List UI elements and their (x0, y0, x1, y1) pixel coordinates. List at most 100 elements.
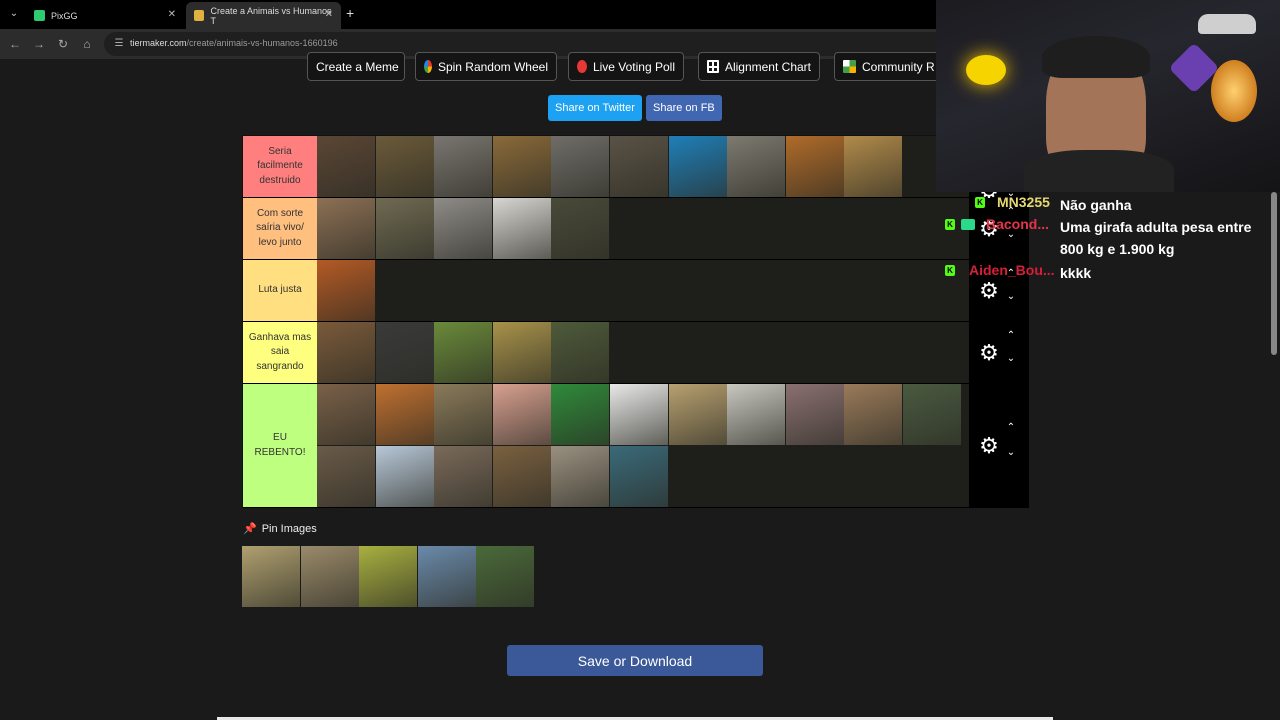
tier-image-swan[interactable] (375, 446, 434, 507)
tier-image-tiger[interactable] (785, 136, 844, 197)
tier-image-zebra[interactable] (551, 446, 610, 507)
pinned-image-giraffe[interactable] (242, 546, 300, 607)
share-twitter-button[interactable]: Share on Twitter (548, 95, 642, 121)
share-fb-button[interactable]: Share on FB (646, 95, 722, 121)
tier-image-moose[interactable] (375, 136, 434, 197)
url-text: tiermaker.com/create/animais-vs-humanos-… (130, 38, 338, 48)
voting-poll-button[interactable]: Live Voting Poll (568, 52, 684, 81)
close-tab-icon[interactable]: ✕ (168, 9, 176, 20)
reload-icon[interactable]: ↻ (56, 37, 70, 51)
tier-label[interactable]: Seria facilmente destruido (243, 136, 317, 197)
button-label: Live Voting Poll (592, 59, 675, 74)
tier-items (317, 322, 969, 383)
chat-username: Bacond... (986, 216, 1050, 232)
subscriber-badge-icon (961, 219, 975, 230)
tab-pixgg[interactable]: PixGG ✕ (26, 2, 184, 29)
tier-image-crocodile[interactable] (375, 198, 434, 259)
tier-image-dog[interactable] (317, 322, 375, 383)
tier-label[interactable]: Com sorte saíria vivo/ levo junto (243, 198, 317, 259)
page-scrollbar[interactable] (1271, 192, 1277, 355)
webcam-overlay (936, 0, 1280, 192)
grid-icon (707, 60, 719, 73)
forward-arrow-icon[interactable]: → (32, 37, 46, 51)
close-tab-icon[interactable]: ✕ (325, 9, 333, 20)
tier-image-goose[interactable] (727, 384, 786, 445)
kick-badge-icon: K (945, 219, 955, 230)
tier-image-shark[interactable] (668, 136, 727, 197)
pixgg-favicon-icon (34, 10, 45, 21)
tier-image-elephant[interactable] (551, 136, 610, 197)
tier-row: Com sorte saíria vivo/ levo junto ⚙ ⌃ ⌄ (243, 198, 1029, 260)
tier-image-jaguar[interactable] (492, 136, 551, 197)
settings-gear-icon[interactable]: ⚙ (977, 434, 1001, 458)
settings-gear-icon[interactable]: ⚙ (977, 341, 1001, 365)
pin-icon: 📌 (243, 523, 257, 535)
move-up-chevron-icon[interactable]: ⌃ (1003, 422, 1019, 434)
tier-image-cat[interactable] (317, 446, 375, 507)
tier-image-maned-wolf[interactable] (434, 322, 493, 383)
tier-image-ostrich[interactable] (668, 384, 727, 445)
tier-image-peacock[interactable] (610, 446, 668, 507)
tier-controls: ⚙⌃ ⌄ (969, 322, 1029, 383)
pinned-image-horse[interactable] (417, 546, 476, 607)
tier-image-capybara[interactable] (317, 384, 375, 445)
tier-image-macaw[interactable] (551, 384, 610, 445)
tier-image-ocelot[interactable] (434, 384, 493, 445)
community-rankings-button[interactable]: Community R (834, 52, 944, 81)
pinned-image-kangaroo[interactable] (359, 546, 418, 607)
yellow-lamp-icon (966, 55, 1006, 85)
tier-image-bear[interactable] (317, 136, 375, 197)
chat-message: K MN3255 Não ganha (940, 194, 1275, 216)
move-up-chevron-icon[interactable]: ⌃ (1003, 330, 1019, 342)
button-label: Alignment Chart (724, 59, 811, 74)
tier-image-piranha[interactable] (434, 446, 493, 507)
tier-image-river-dolphin[interactable] (785, 384, 844, 445)
pinned-image-cobra[interactable] (300, 546, 359, 607)
tier-image-orangutan[interactable] (317, 260, 375, 321)
tier-image-wolf[interactable] (434, 198, 493, 259)
tier-image-rhino[interactable] (727, 136, 786, 197)
spin-wheel-button[interactable]: Spin Random Wheel (415, 52, 557, 81)
model-car-icon (1198, 14, 1256, 34)
tier-image-hippo[interactable] (434, 136, 493, 197)
tier-image-komodo[interactable] (610, 136, 668, 197)
screen: ⌄ PixGG ✕ Create a Animais vs Humanos T … (0, 0, 1280, 720)
tab-search-chevron-icon[interactable]: ⌄ (8, 7, 20, 21)
tier-image-eagle[interactable] (375, 322, 434, 383)
pinned-image-panda[interactable] (476, 546, 535, 607)
tier-label[interactable]: Luta justa (243, 260, 317, 321)
tier-image-owl[interactable] (492, 446, 551, 507)
tier-image-lion[interactable] (844, 136, 903, 197)
tier-image-penguin[interactable] (610, 384, 668, 445)
tier-image-harpy-eagle[interactable] (903, 384, 961, 445)
move-down-chevron-icon[interactable]: ⌄ (1003, 353, 1019, 365)
new-tab-plus-icon[interactable]: + (346, 6, 354, 20)
site-info-icon[interactable]: ☰ (112, 37, 126, 51)
tier-label[interactable]: EU REBENTO! (243, 384, 317, 507)
chat-username: MN3255 (997, 194, 1050, 210)
tier-image-tapir[interactable] (551, 322, 610, 383)
tier-label[interactable]: Ganhava mas saia sangrando (243, 322, 317, 383)
alignment-chart-button[interactable]: Alignment Chart (698, 52, 820, 81)
kick-badge-icon: K (975, 197, 985, 208)
tier-image-tamarin[interactable] (375, 384, 434, 445)
create-meme-button[interactable]: Create a Meme (307, 52, 405, 81)
orange-lamp-icon (1211, 60, 1257, 122)
pin-images-label[interactable]: 📌 Pin Images (243, 522, 317, 536)
tier-image-hyena[interactable] (317, 198, 375, 259)
tier-image-pig[interactable] (492, 384, 551, 445)
tier-image-cheetah[interactable] (492, 322, 551, 383)
chat-text: kkkk (1060, 265, 1092, 281)
move-down-chevron-icon[interactable]: ⌄ (1003, 447, 1019, 459)
tier-image-boar[interactable] (551, 198, 610, 259)
poll-dot-icon (577, 60, 587, 73)
button-label: Create a Meme (316, 59, 399, 74)
save-download-button[interactable]: Save or Download (507, 645, 763, 676)
home-icon[interactable]: ⌂ (80, 37, 94, 51)
tab-tiermaker[interactable]: Create a Animais vs Humanos T ✕ (186, 2, 341, 29)
tier-items (317, 136, 969, 197)
chat-username: Aiden_Bou... (969, 262, 1055, 278)
back-arrow-icon[interactable]: ← (8, 37, 22, 51)
tier-image-chimpanzee[interactable] (492, 198, 551, 259)
tier-image-deer[interactable] (844, 384, 903, 445)
